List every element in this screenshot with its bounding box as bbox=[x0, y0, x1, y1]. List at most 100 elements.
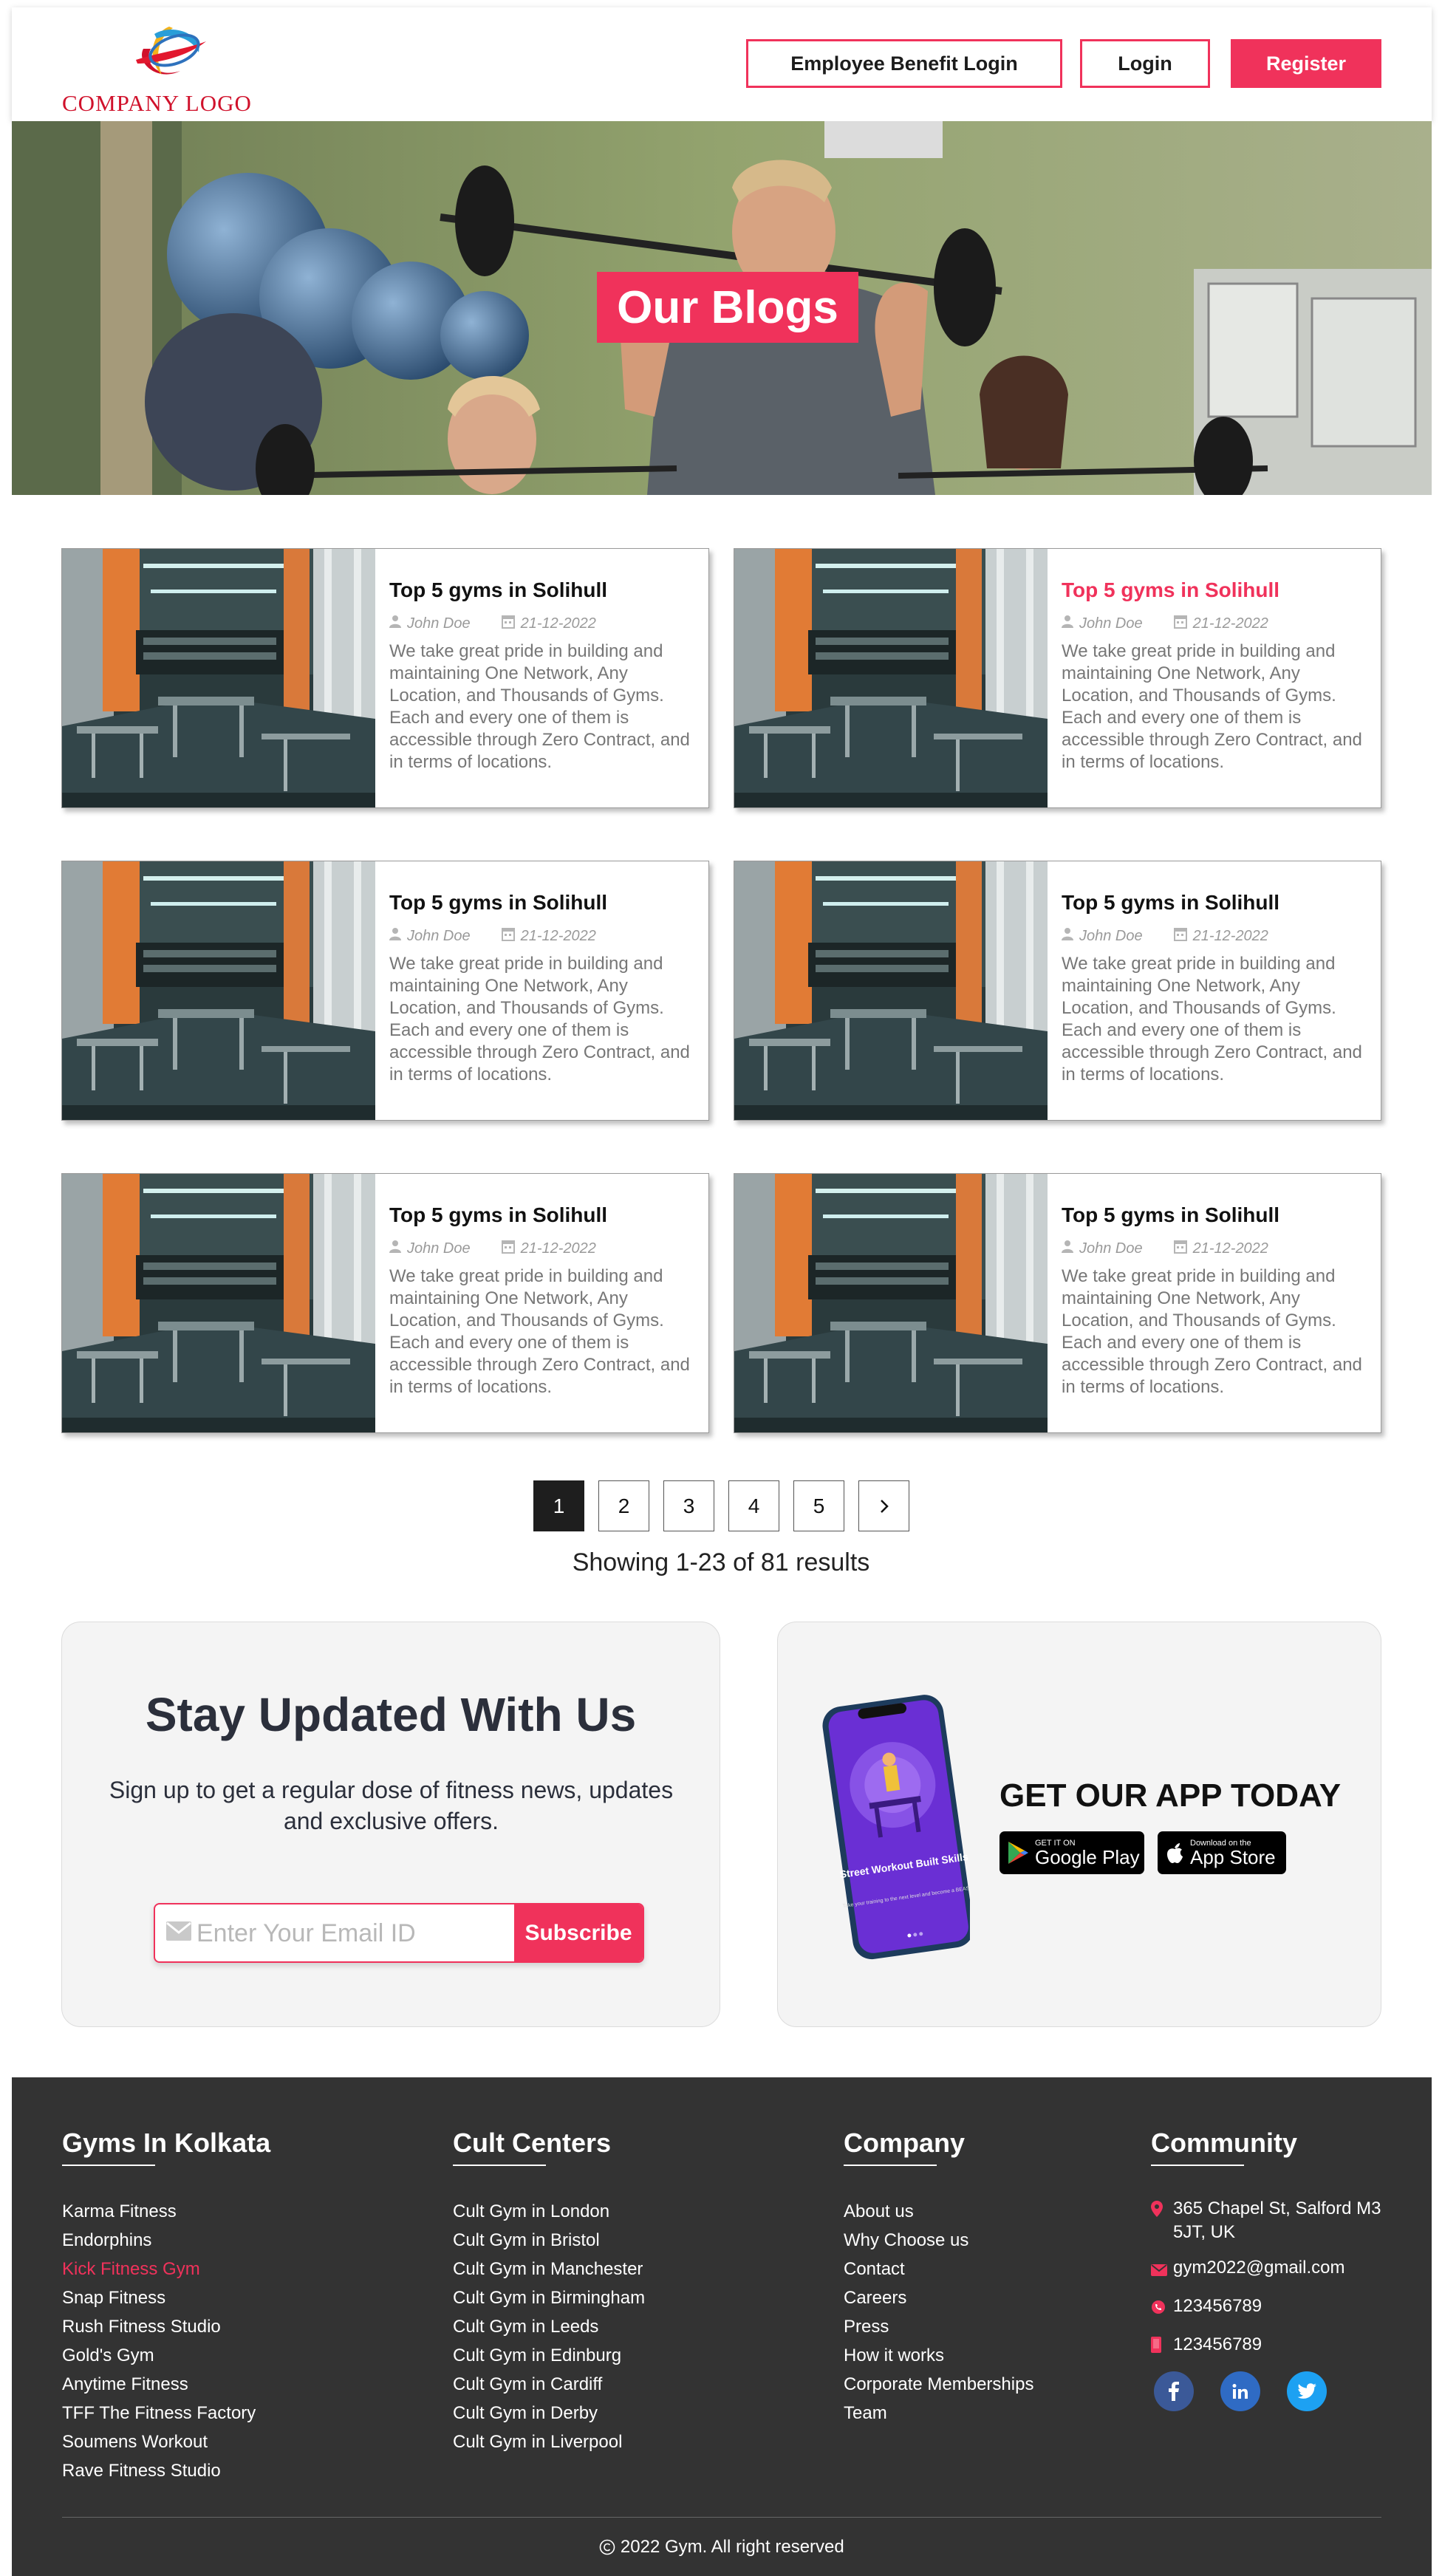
whatsapp-item[interactable]: 123456789 bbox=[1151, 2295, 1387, 2321]
app-store-badge[interactable]: Download on the App Store bbox=[1158, 1831, 1286, 1874]
google-play-badge[interactable]: GET IT ON Google Play bbox=[1000, 1831, 1144, 1874]
blog-meta: John Doe 21-12-2022 bbox=[1062, 1239, 1268, 1258]
footer-link[interactable]: Cult Gym in Derby bbox=[453, 2399, 645, 2428]
next-page-button[interactable] bbox=[858, 1480, 909, 1531]
whatsapp-text[interactable]: 123456789 bbox=[1173, 2295, 1262, 2318]
footer-link[interactable]: Rush Fitness Studio bbox=[62, 2312, 270, 2341]
company-logo[interactable]: COMPANY LOGO bbox=[62, 19, 269, 116]
footer-link[interactable]: Cult Gym in Bristol bbox=[453, 2226, 645, 2255]
blog-card[interactable]: Top 5 gyms in Solihull John Doe 21-12-20… bbox=[61, 861, 709, 1121]
pagination: 1 2 3 4 5 bbox=[533, 1480, 909, 1531]
blog-title[interactable]: Top 5 gyms in Solihull bbox=[389, 891, 607, 915]
email-text[interactable]: gym2022@gmail.com bbox=[1173, 2256, 1344, 2280]
blog-excerpt: We take great pride in building and main… bbox=[1062, 1266, 1362, 1397]
phone-text[interactable]: 123456789 bbox=[1173, 2333, 1262, 2357]
blog-card[interactable]: Top 5 gyms in Solihull John Doe 21-12-20… bbox=[734, 548, 1381, 808]
blog-thumbnail[interactable] bbox=[734, 861, 1048, 1120]
page-button-3[interactable]: 3 bbox=[663, 1480, 714, 1531]
user-icon bbox=[1062, 1240, 1073, 1257]
footer-link[interactable]: Cult Gym in Cardiff bbox=[453, 2370, 645, 2399]
phone-item[interactable]: 123456789 bbox=[1151, 2333, 1387, 2360]
footer-link[interactable]: Gold's Gym bbox=[62, 2341, 270, 2370]
footer-link[interactable]: TFF The Fitness Factory bbox=[62, 2399, 270, 2428]
blog-card[interactable]: Top 5 gyms in Solihull John Doe 21-12-20… bbox=[61, 1173, 709, 1433]
social-links bbox=[1154, 2371, 1387, 2411]
twitter-icon[interactable] bbox=[1287, 2371, 1327, 2411]
footer-link[interactable]: Soumens Workout bbox=[62, 2428, 270, 2456]
blog-excerpt: We take great pride in building and main… bbox=[1062, 954, 1362, 1084]
register-button[interactable]: Register bbox=[1231, 39, 1381, 88]
footer-link[interactable]: About us bbox=[844, 2197, 1033, 2226]
gym-photo bbox=[62, 861, 375, 1120]
blog-meta: John Doe 21-12-2022 bbox=[389, 1239, 596, 1258]
location-pin-icon bbox=[1151, 2201, 1163, 2217]
footer-link[interactable]: Why Choose us bbox=[844, 2226, 1033, 2255]
blog-card[interactable]: Top 5 gyms in Solihull John Doe 21-12-20… bbox=[734, 861, 1381, 1121]
blog-thumbnail[interactable] bbox=[734, 549, 1048, 807]
app-store-big: App Store bbox=[1190, 1846, 1276, 1868]
blog-thumbnail[interactable] bbox=[734, 1174, 1048, 1432]
footer-link[interactable]: Anytime Fitness bbox=[62, 2370, 270, 2399]
gym-photo bbox=[62, 1174, 375, 1432]
facebook-icon[interactable] bbox=[1154, 2371, 1194, 2411]
footer-link[interactable]: Cult Gym in Liverpool bbox=[453, 2428, 645, 2456]
footer-link[interactable]: Rave Fitness Studio bbox=[62, 2456, 270, 2485]
address-text: 365 Chapel St, Salford M3 5JT, UK bbox=[1173, 2199, 1381, 2242]
footer-link[interactable]: Cult Gym in Manchester bbox=[453, 2255, 645, 2283]
footer-link[interactable]: Corporate Memberships bbox=[844, 2370, 1033, 2399]
blog-meta: John Doe 21-12-2022 bbox=[389, 614, 596, 633]
login-button[interactable]: Login bbox=[1080, 39, 1210, 88]
page-button-5[interactable]: 5 bbox=[793, 1480, 844, 1531]
blog-title[interactable]: Top 5 gyms in Solihull bbox=[389, 578, 607, 602]
gym-photo bbox=[734, 1174, 1048, 1432]
calendar-icon bbox=[501, 926, 515, 946]
footer-community-column: Community 365 Chapel St, Salford M3 5JT,… bbox=[1151, 2128, 1387, 2411]
footer-link[interactable]: Press bbox=[844, 2312, 1033, 2341]
blog-author: John Doe bbox=[407, 927, 471, 944]
page-button-1[interactable]: 1 bbox=[533, 1480, 584, 1531]
calendar-icon bbox=[1173, 1239, 1187, 1258]
employee-benefit-login-button[interactable]: Employee Benefit Login bbox=[746, 39, 1062, 88]
newsletter-title: Stay Updated With Us bbox=[145, 1688, 637, 1741]
footer-link[interactable]: Endorphins bbox=[62, 2226, 270, 2255]
user-icon bbox=[1062, 615, 1073, 632]
blog-meta: John Doe 21-12-2022 bbox=[1062, 614, 1268, 633]
linkedin-icon[interactable] bbox=[1220, 2371, 1260, 2411]
blog-date: 21-12-2022 bbox=[1192, 615, 1268, 632]
email-input[interactable] bbox=[197, 1912, 477, 1955]
footer-link[interactable]: Kick Fitness Gym bbox=[62, 2255, 270, 2283]
blog-title[interactable]: Top 5 gyms in Solihull bbox=[1062, 578, 1279, 602]
blog-thumbnail[interactable] bbox=[62, 1174, 375, 1432]
calendar-icon bbox=[501, 614, 515, 633]
footer-link[interactable]: Team bbox=[844, 2399, 1033, 2428]
footer-link[interactable]: How it works bbox=[844, 2341, 1033, 2370]
footer-company-list: About us Why Choose us Contact Careers Press… bbox=[844, 2197, 1033, 2428]
blog-title[interactable]: Top 5 gyms in Solihull bbox=[1062, 1203, 1279, 1227]
email-item[interactable]: gym2022@gmail.com bbox=[1151, 2256, 1387, 2283]
subscribe-button[interactable]: Subscribe bbox=[514, 1904, 643, 1961]
footer-link[interactable]: Snap Fitness bbox=[62, 2283, 270, 2312]
page-button-2[interactable]: 2 bbox=[598, 1480, 649, 1531]
blog-title[interactable]: Top 5 gyms in Solihull bbox=[389, 1203, 607, 1227]
copyright-text: 2022 Gym. All right reserved bbox=[620, 2537, 844, 2557]
chevron-right-icon bbox=[880, 1499, 889, 1513]
blog-title[interactable]: Top 5 gyms in Solihull bbox=[1062, 891, 1279, 915]
blog-thumbnail[interactable] bbox=[62, 549, 375, 807]
blog-card[interactable]: Top 5 gyms in Solihull John Doe 21-12-20… bbox=[61, 548, 709, 808]
blog-date: 21-12-2022 bbox=[1192, 927, 1268, 944]
footer-link[interactable]: Contact bbox=[844, 2255, 1033, 2283]
blog-card[interactable]: Top 5 gyms in Solihull John Doe 21-12-20… bbox=[734, 1173, 1381, 1433]
footer-cult-column: Cult Centers Cult Gym in London Cult Gym … bbox=[453, 2128, 645, 2456]
footer-link[interactable]: Karma Fitness bbox=[62, 2197, 270, 2226]
footer-link[interactable]: Cult Gym in London bbox=[453, 2197, 645, 2226]
footer-link[interactable]: Cult Gym in Edinburg bbox=[453, 2341, 645, 2370]
blog-thumbnail[interactable] bbox=[62, 861, 375, 1120]
footer-link[interactable]: Careers bbox=[844, 2283, 1033, 2312]
footer-link[interactable]: Cult Gym in Leeds bbox=[453, 2312, 645, 2341]
page-button-4[interactable]: 4 bbox=[728, 1480, 779, 1531]
blog-meta: John Doe 21-12-2022 bbox=[389, 926, 596, 946]
footer-gyms-column: Gyms In Kolkata Karma Fitness Endorphins K… bbox=[62, 2128, 270, 2485]
footer-link[interactable]: Cult Gym in Birmingham bbox=[453, 2283, 645, 2312]
mobile-phone-icon bbox=[1151, 2337, 1161, 2353]
user-icon bbox=[389, 927, 401, 945]
